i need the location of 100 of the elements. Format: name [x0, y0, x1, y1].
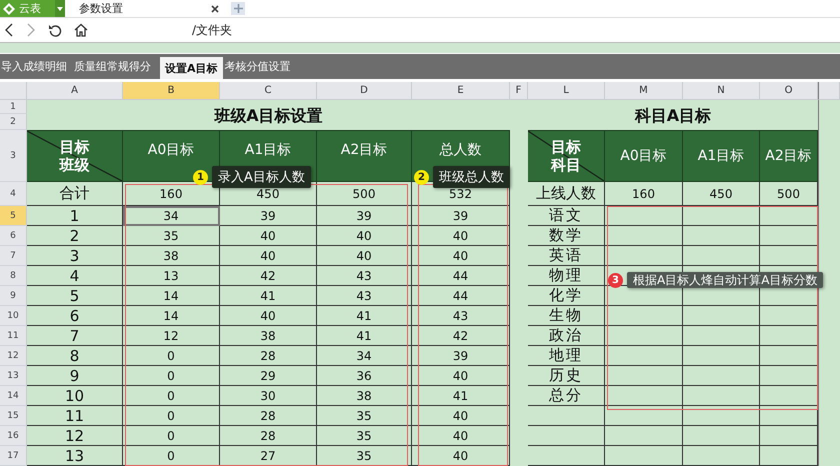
column-heading: A0目标 [605, 130, 683, 182]
table-cell: 化学 [528, 286, 605, 306]
table-cell: 28 [220, 346, 317, 366]
table-cell: 数学 [528, 226, 605, 246]
table-cell: 28 [220, 426, 317, 446]
column-header[interactable]: N [683, 82, 760, 100]
table-cell: 0 [123, 426, 220, 446]
table-cell: 41 [317, 326, 412, 346]
row-number[interactable]: 9 [0, 286, 27, 306]
table-cell: 42 [220, 266, 317, 286]
table-cell: 上线人数 [528, 182, 605, 206]
table-cell: 36 [317, 366, 412, 386]
row-number[interactable]: 5 [0, 206, 27, 226]
table-title: 科目A目标 [634, 105, 712, 127]
row-number[interactable]: 10 [0, 306, 27, 326]
row-number[interactable]: 17 [0, 446, 27, 466]
column-header[interactable]: C [220, 82, 317, 100]
table-cell: 43 [317, 286, 412, 306]
table-cell: 7 [27, 326, 123, 346]
column-header[interactable]: A [27, 82, 123, 100]
table-cell: 地理 [528, 346, 605, 366]
table-cell: 物理 [528, 266, 605, 286]
table-cell: 39 [317, 206, 412, 226]
column-header[interactable]: O [760, 82, 818, 100]
table-cell: 40 [220, 306, 317, 326]
column-header[interactable]: M [605, 82, 683, 100]
tooltip: 班级总人数 [433, 166, 510, 188]
table-cell: 生物 [528, 306, 605, 326]
header-label: 目标 [551, 138, 581, 156]
table-cell: 0 [123, 366, 220, 386]
row-number[interactable]: 1 [0, 100, 27, 114]
row-number[interactable]: 6 [0, 226, 27, 246]
table-cell: 38 [317, 386, 412, 406]
table-cell: 政治 [528, 326, 605, 346]
table-cell: 2 [27, 226, 123, 246]
table-cell: 10 [27, 386, 123, 406]
table-cell: 34 [317, 346, 412, 366]
sheet-tab[interactable]: 设置A目标 [160, 57, 223, 79]
table-cell: 8 [27, 346, 123, 366]
table-cell: 13 [123, 266, 220, 286]
table-cell: 12 [27, 426, 123, 446]
table-cell: 0 [123, 446, 220, 466]
table-cell: 13 [27, 446, 123, 466]
table-cell: 43 [317, 266, 412, 286]
table-cell: 41 [220, 286, 317, 306]
table-cell: 35 [317, 426, 412, 446]
table-cell: 38 [123, 246, 220, 266]
row-number[interactable]: 2 [0, 114, 27, 130]
table-cell: 500 [317, 182, 412, 206]
table-cell: 40 [317, 246, 412, 266]
table-cell: 34 [123, 206, 220, 226]
table-cell: 0 [123, 346, 220, 366]
tooltip: 录入A目标人数 [212, 166, 311, 188]
table-cell: 英语 [528, 246, 605, 266]
row-number[interactable]: 7 [0, 246, 27, 266]
row-number[interactable]: 14 [0, 386, 27, 406]
table-cell: 40 [220, 226, 317, 246]
table-cell: 38 [220, 326, 317, 346]
header-label: 科目 [551, 156, 581, 174]
table-cell: 40 [317, 226, 412, 246]
column-header[interactable]: E [412, 82, 510, 100]
column-header[interactable]: B [123, 82, 220, 100]
table-cell: 语文 [528, 206, 605, 226]
table-cell: 12 [123, 326, 220, 346]
address-path[interactable]: /文件夹 [192, 22, 232, 38]
row-number[interactable]: 11 [0, 326, 27, 346]
row-number[interactable]: 16 [0, 426, 27, 446]
table-cell: 9 [27, 366, 123, 386]
table-cell: 5 [27, 286, 123, 306]
table-cell: 0 [123, 406, 220, 426]
table-cell: 40 [220, 246, 317, 266]
table-cell: 30 [220, 386, 317, 406]
table-title: 班级A目标设置 [213, 105, 324, 127]
column-header[interactable]: F [510, 82, 528, 100]
row-number[interactable]: 15 [0, 406, 27, 426]
table-cell: 160 [605, 182, 683, 206]
table-cell: 11 [27, 406, 123, 426]
table-cell: 35 [317, 446, 412, 466]
table-cell: 1 [27, 206, 123, 226]
table-cell: 3 [27, 246, 123, 266]
table-cell: 合计 [27, 182, 123, 206]
table-cell: 4 [27, 266, 123, 286]
row-number[interactable]: 4 [0, 182, 27, 206]
table-cell: 35 [123, 226, 220, 246]
table-cell: 历史 [528, 366, 605, 386]
table-cell: 41 [317, 306, 412, 326]
table-cell: 27 [220, 446, 317, 466]
table-cell: 35 [317, 406, 412, 426]
row-number[interactable]: 12 [0, 346, 27, 366]
column-header[interactable]: L [528, 82, 605, 100]
sheet-tab[interactable]: 质量组常规得分 [69, 54, 156, 79]
table-cell: 6 [27, 306, 123, 326]
column-header[interactable]: D [317, 82, 412, 100]
column-heading: A2目标 [760, 130, 818, 182]
table-cell: 14 [123, 286, 220, 306]
row-number[interactable]: 8 [0, 266, 27, 286]
column-heading: A2目标 [317, 130, 412, 182]
sheet-tab[interactable]: 导入成绩明细 [0, 54, 72, 79]
row-number[interactable]: 13 [0, 366, 27, 386]
row-number[interactable]: 3 [0, 130, 27, 182]
